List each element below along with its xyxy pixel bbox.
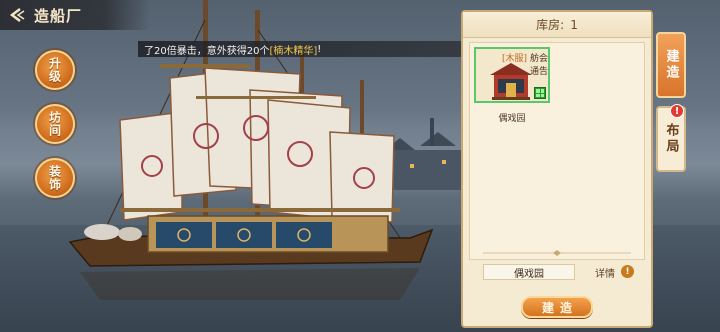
decorate-label: 装饰 (47, 165, 62, 191)
warehouse-header: 库房: 1 (463, 12, 651, 38)
divider (483, 250, 631, 256)
grid-icon (534, 87, 546, 99)
decorate-button[interactable]: 装饰 (35, 158, 75, 198)
warehouse-grid: [木服] 舫会通告 偶戏园 (469, 42, 645, 260)
top-bar: 造船厂 (0, 0, 150, 30)
pavilion-icon (490, 63, 532, 100)
warehouse-count: 1 (570, 17, 578, 32)
selected-item-name: 偶戏园 (483, 264, 575, 280)
warehouse-panel: 库房: 1 [木服] 舫会通告 偶戏园 偶戏园 详情 ! 建造 (461, 10, 653, 328)
workshop-button[interactable]: 坊间 (35, 104, 75, 144)
warehouse-title: 库房: (536, 18, 565, 32)
item-name: 偶戏园 (498, 114, 526, 124)
page-title: 造船厂 (34, 6, 83, 25)
info-icon[interactable]: ! (621, 265, 634, 278)
tab-build-label: 建造 (663, 49, 679, 81)
detail-link[interactable]: 详情 (595, 265, 615, 280)
upgrade-button[interactable]: 升级 (35, 50, 75, 90)
notice-highlight: [楠木精华] (269, 45, 318, 57)
alert-badge-icon: ! (670, 104, 684, 118)
workshop-label: 坊间 (47, 111, 62, 137)
back-button[interactable] (0, 0, 34, 30)
back-arrow-icon (9, 8, 25, 22)
selected-item-bar: 偶戏园 详情 ! (477, 262, 641, 282)
build-button[interactable]: 建造 (521, 296, 593, 318)
tab-layout-label: 布局 (663, 123, 679, 155)
notice-prefix: 了20倍暴击，意外获得20个 (144, 45, 270, 57)
upgrade-label: 升级 (47, 57, 62, 83)
tab-build[interactable]: 建造 (656, 32, 686, 98)
warehouse-item[interactable]: [木服] 舫会通告 (474, 47, 550, 103)
notice-suffix: ! (317, 43, 322, 55)
